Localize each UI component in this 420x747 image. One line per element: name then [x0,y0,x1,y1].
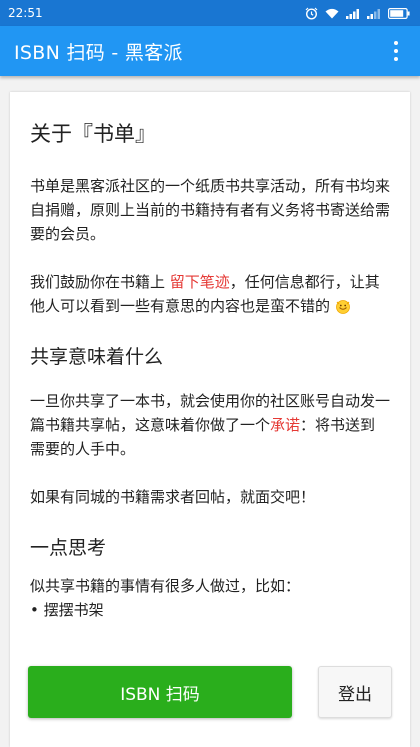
section-share-title: 共享意味着什么 [30,346,164,368]
think-paragraph: 似共享书籍的事情有很多人做过，比如： [30,577,301,595]
encourage-paragraph: 我们鼓励你在书籍上 留下笔迹，任何信息都行，让其他人可以看到一些有意思的内容也是… [30,270,390,318]
share-highlight: 承诺 [270,416,301,434]
smile-emoji-icon [335,300,350,314]
list-item: • 摆摆书架 [30,601,104,619]
app-bar: ISBN 扫码 - 黑客派 [0,26,420,76]
wifi-icon [325,8,339,18]
overflow-menu-icon[interactable] [386,36,406,66]
share-paragraph: 一旦你共享了一本书，就会使用你的社区账号自动发一篇书籍共享帖，这意味着你做了一个… [30,389,390,461]
intro-paragraph: 书单是黑客派社区的一个纸质书共享活动，所有书均来自捐赠，原则上当前的书籍持有者有… [30,177,391,243]
encourage-highlight: 留下笔迹 [169,273,230,291]
status-time: 22:51 [8,6,43,20]
battery-icon [388,7,410,19]
content-card: 关于『书单』 书单是黑客派社区的一个纸质书共享活动，所有书均来自捐赠，原则上当前… [10,92,410,747]
section-think-title: 一点思考 [30,537,107,559]
status-bar: 22:51 [0,0,420,26]
logout-button[interactable]: 登出 [318,666,392,718]
page-title: 关于『书单』 [30,122,156,146]
signal-icon [367,8,380,19]
share-meetup-paragraph: 如果有同城的书籍需求者回帖，就面交吧！ [30,488,316,506]
alarm-icon [305,7,318,20]
isbn-scan-button[interactable]: ISBN 扫码 [28,666,292,718]
encourage-text-before: 我们鼓励你在书籍上 [30,273,170,291]
signal-icon [346,8,359,19]
app-title: ISBN 扫码 - 黑客派 [14,41,183,64]
bottom-action-bar: ISBN 扫码 登出 [28,665,392,719]
status-icons [305,7,410,20]
